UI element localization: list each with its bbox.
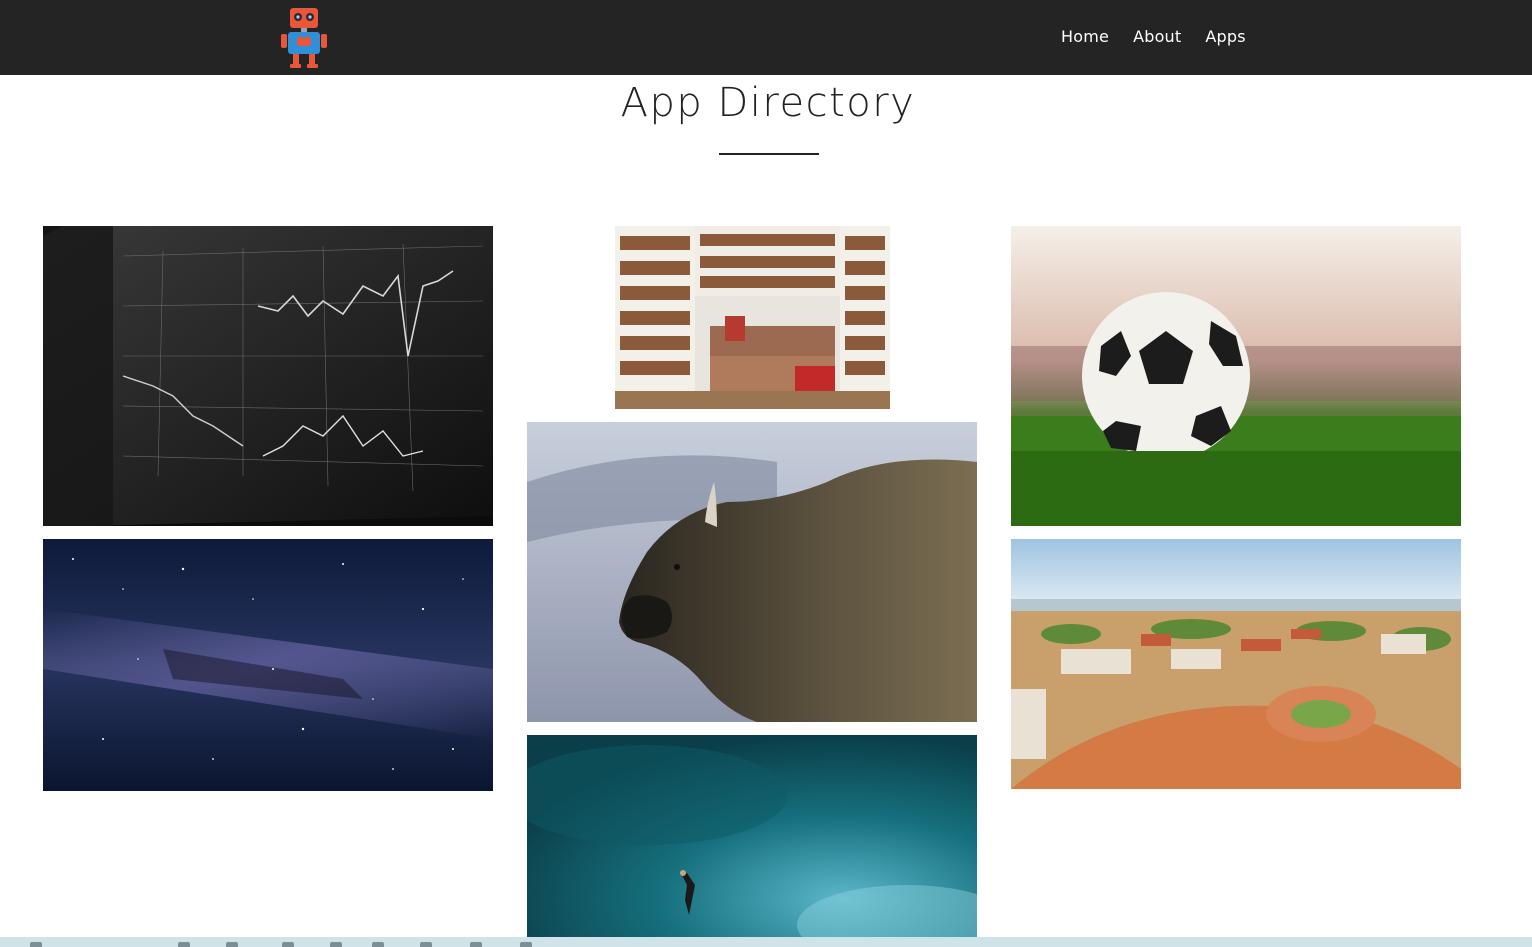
app-tile-bookshelf[interactable] [615,226,890,409]
bookshelf-image [615,226,890,409]
taskbar-icon[interactable] [420,942,432,947]
bison-image [527,422,977,722]
taskbar-icon[interactable] [226,942,238,947]
taskbar-icon[interactable] [282,942,294,947]
app-tile-soccer-ball[interactable] [1011,226,1461,526]
robot-logo-icon[interactable] [281,6,327,70]
taskbar-icon[interactable] [178,942,190,947]
navbar: Home About Apps [0,0,1532,75]
app-tile-bison[interactable] [527,422,977,722]
stock-chart-image [43,226,493,526]
city-aerial-image [1011,539,1461,789]
taskbar-icon[interactable] [330,942,342,947]
taskbar-icon[interactable] [30,942,42,947]
nav-link-home[interactable]: Home [1061,26,1109,48]
ocean-diver-image [527,735,977,940]
taskbar-icon[interactable] [470,942,482,947]
app-tile-city-aerial[interactable] [1011,539,1461,789]
milky-way-image [43,539,493,791]
taskbar-icon[interactable] [372,942,384,947]
main-nav: Home About Apps [1061,26,1246,48]
title-divider [719,153,819,155]
nav-link-apps[interactable]: Apps [1205,26,1245,48]
nav-link-about[interactable]: About [1133,26,1181,48]
app-tile-stock-chart[interactable] [43,226,493,526]
app-tile-milky-way[interactable] [43,539,493,791]
taskbar-icon[interactable] [520,942,532,947]
page-title: App Directory [620,80,916,126]
soccer-ball-image [1011,226,1461,526]
app-tile-ocean-diver[interactable] [527,735,977,940]
